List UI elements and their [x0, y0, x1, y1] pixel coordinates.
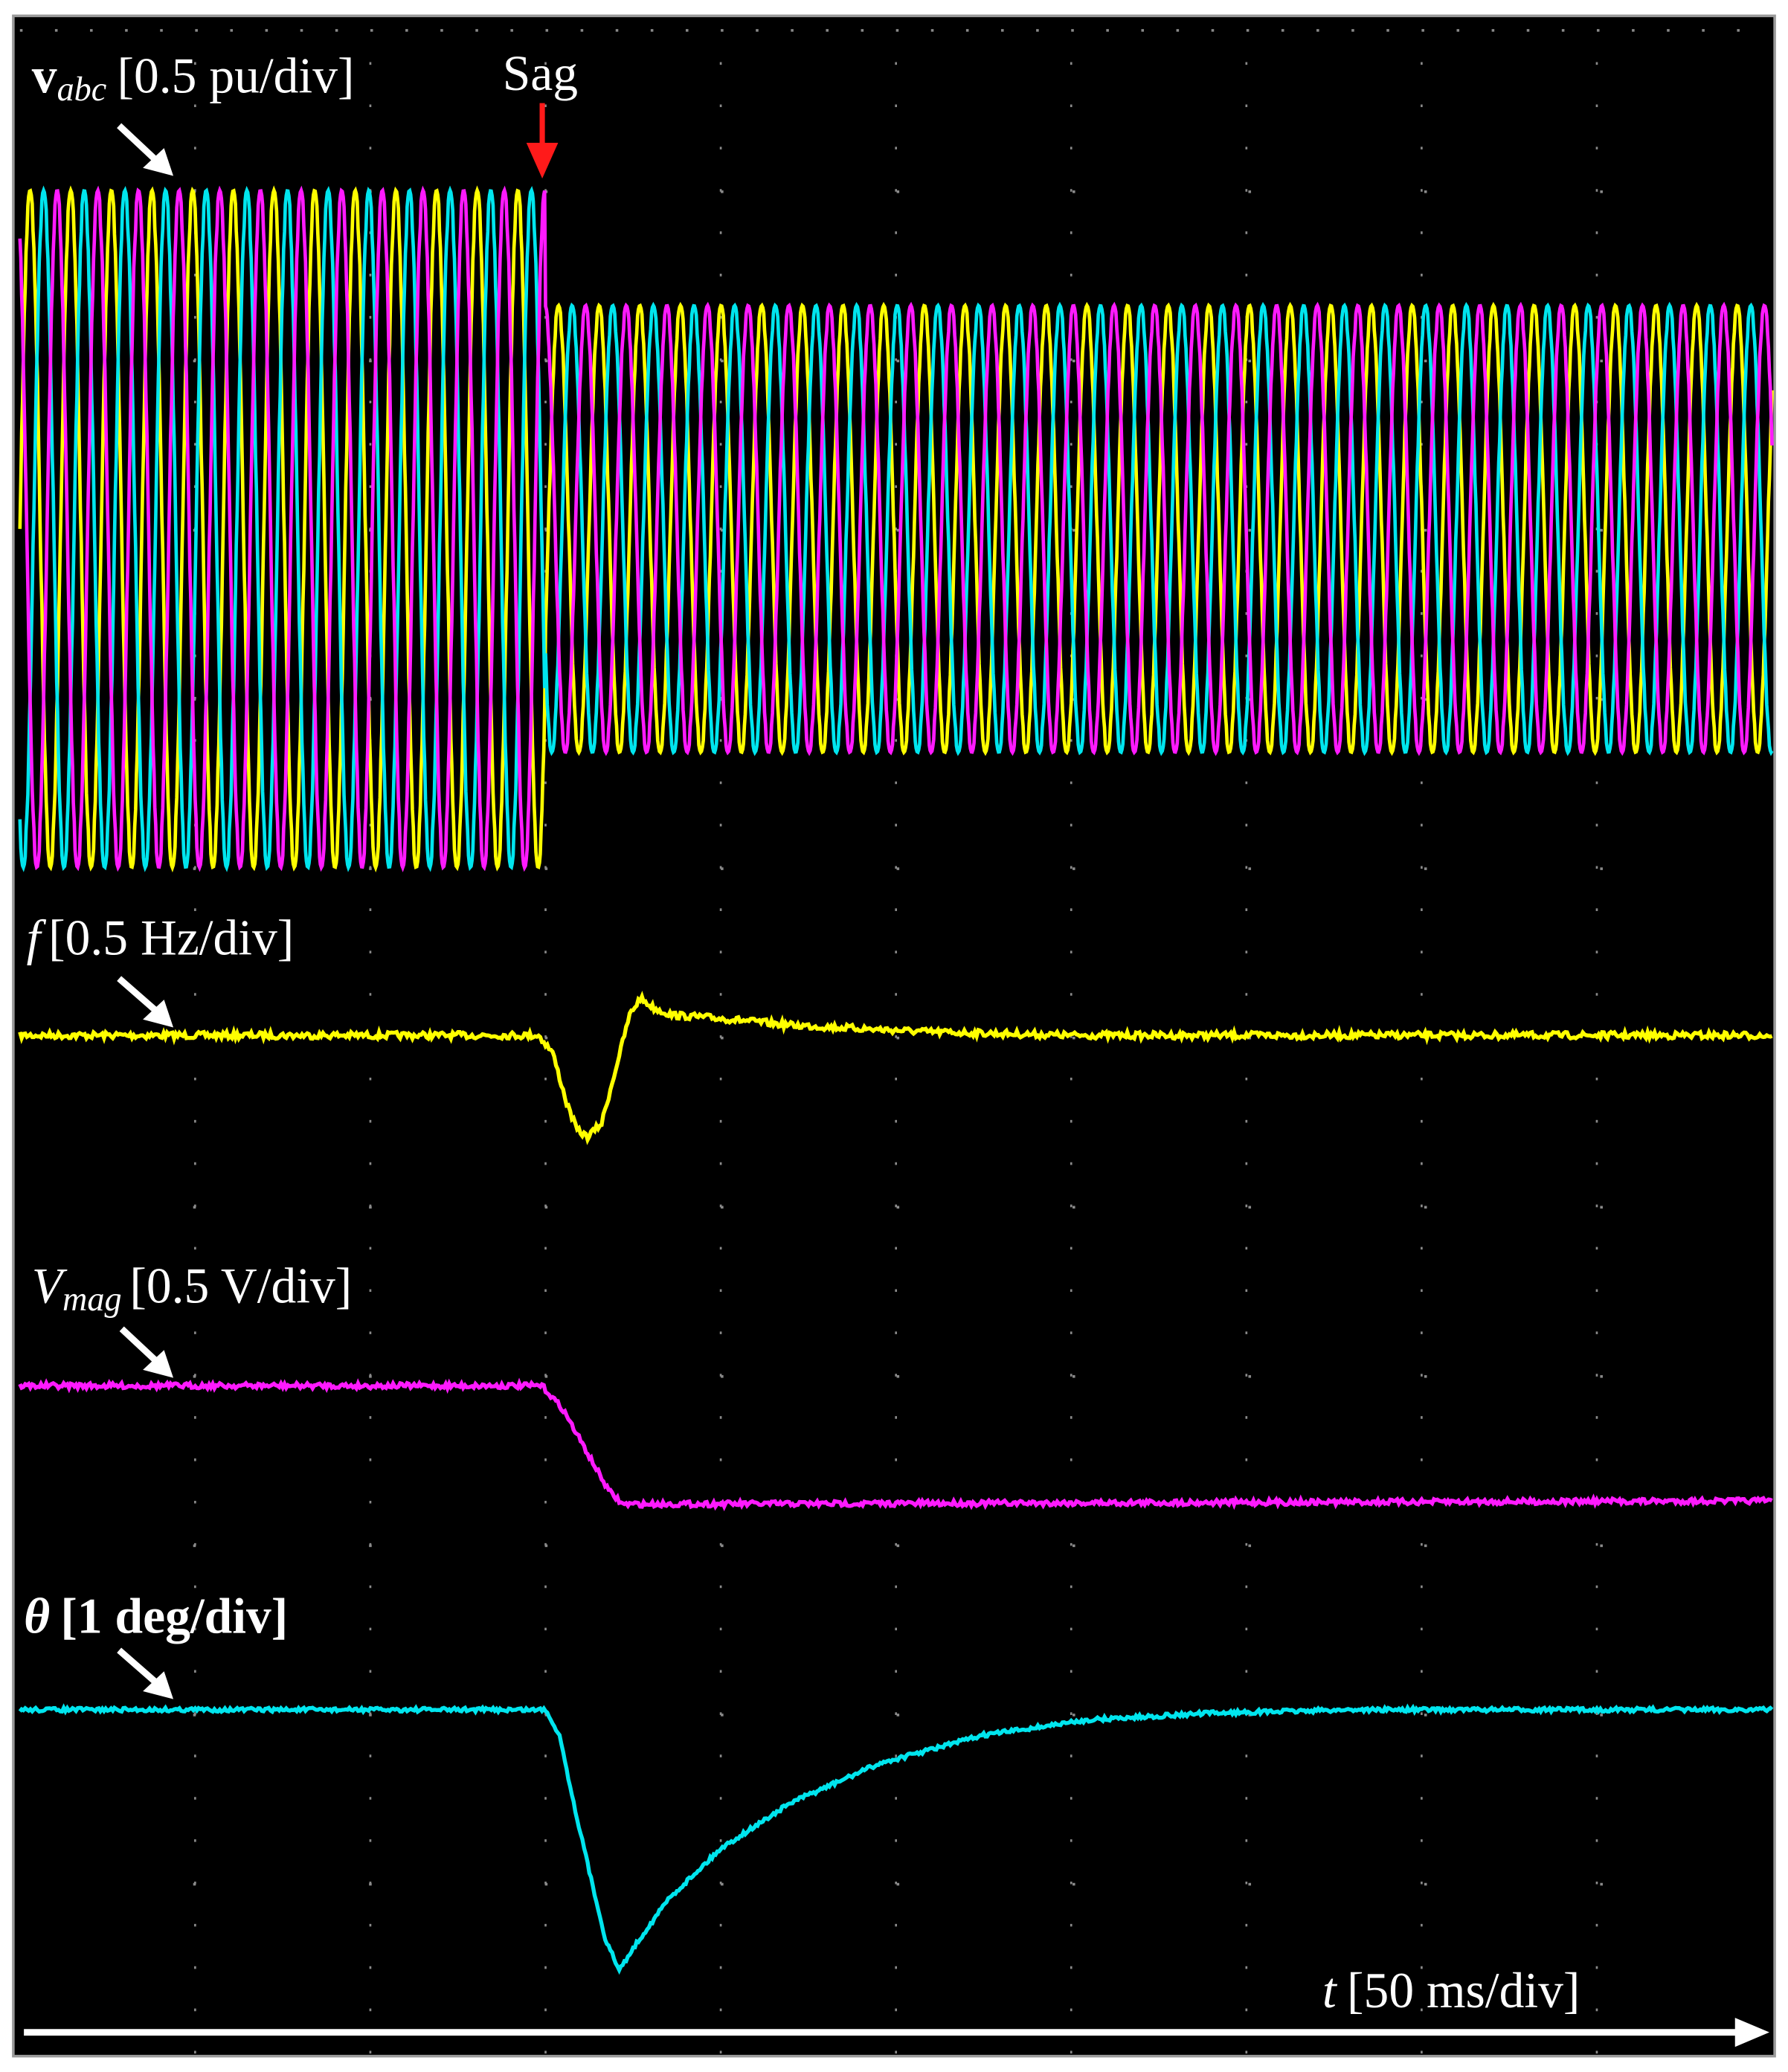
time-axis-label: t [50 ms/div]	[1322, 1963, 1580, 2018]
oscilloscope-chart: vabc [0.5 pu/div] Sag f [0.5 Hz/div] Vmag[…	[0, 0, 1788, 2072]
sag-label: Sag	[503, 45, 578, 101]
f-label: f [0.5 Hz/div]	[27, 910, 295, 966]
theta-label: θ [1 deg/div]	[24, 1589, 288, 1644]
